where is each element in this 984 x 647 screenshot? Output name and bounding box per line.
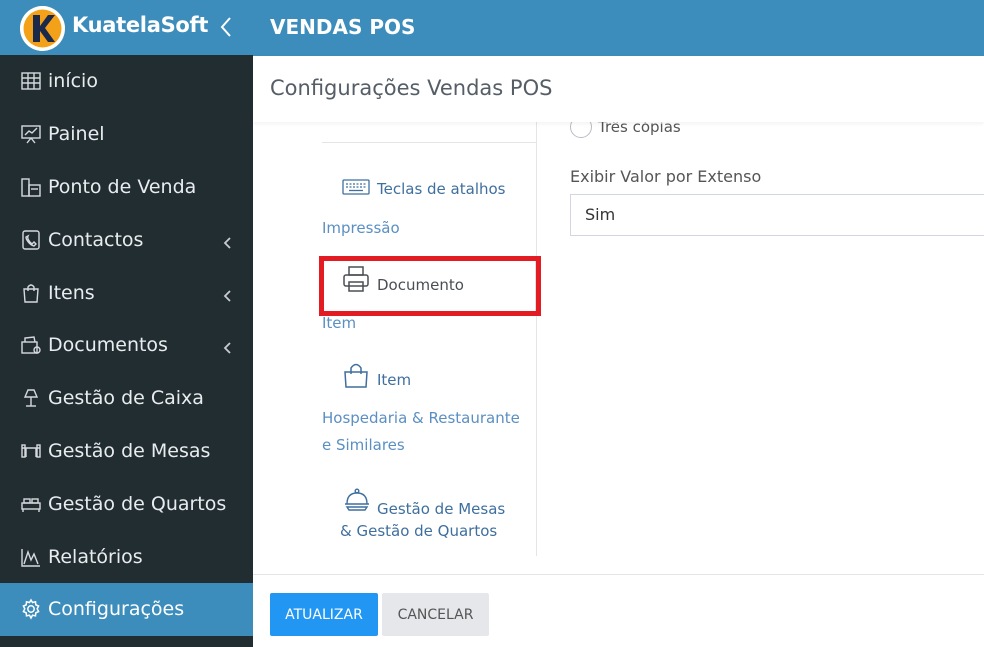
sidebar-item-label: Configurações <box>48 598 185 621</box>
cancel-button[interactable]: CANCELAR <box>382 593 489 636</box>
group-label-hospitality: Hospedaria & Restaurante <box>322 409 520 427</box>
sidebar-item-gestao-de-quartos[interactable]: Gestão de Quartos <box>0 477 253 530</box>
sidebar-menu: início Painel Ponto de Venda Contactos I… <box>0 55 253 636</box>
brand-bar: KuatelaSoft <box>0 0 253 55</box>
sidebar-item-gestao-de-caixa[interactable]: Gestão de Caixa <box>0 372 253 425</box>
sidebar-item-label: Ponto de Venda <box>48 175 197 198</box>
sidebar-item-label: Gestão de Caixa <box>48 387 204 410</box>
sidebar-item-relatorios[interactable]: Relatórios <box>0 530 253 583</box>
module-title: VENDAS POS <box>270 15 416 39</box>
sidebar-item-itens[interactable]: Itens <box>0 266 253 319</box>
sidebar-item-inicio[interactable]: início <box>0 55 253 108</box>
sidebar-item-documentos[interactable]: Documentos <box>0 319 253 372</box>
chevron-left-icon <box>222 338 234 355</box>
settings-nav: Teclas de atalhos Impressão Documento It… <box>253 122 537 556</box>
lamp-icon <box>20 387 42 409</box>
printer-icon <box>342 265 370 299</box>
update-button[interactable]: ATUALIZAR <box>270 593 378 636</box>
sidebar-item-label: Contactos <box>48 228 144 251</box>
sidebar-item-ponto-de-venda[interactable]: Ponto de Venda <box>0 161 253 214</box>
amount-in-words-label: Exibir Valor por Extenso <box>570 167 762 186</box>
tab-label: Item <box>377 371 412 389</box>
tab-label: Teclas de atalhos <box>377 180 506 198</box>
tab-label: Gestão de Mesas <box>377 500 506 518</box>
top-header: VENDAS POS <box>253 0 984 56</box>
group-label-impressao: Impressão <box>322 219 400 237</box>
sidebar-item-label: Documentos <box>48 334 168 357</box>
sidebar-toggle-chevron-left-icon[interactable] <box>217 15 235 39</box>
form-footer: ATUALIZAR CANCELAR <box>253 574 984 647</box>
group-label-item: Item <box>322 314 357 332</box>
tab-tables-rooms[interactable]: Gestão de Mesas & Gestão de Quartos <box>340 486 530 540</box>
content-header: Configurações Vendas POS <box>253 56 984 122</box>
shopping-bag-icon <box>20 282 42 304</box>
chevron-left-icon <box>222 233 234 249</box>
sidebar-item-label: início <box>48 70 98 93</box>
sidebar-item-configuracoes[interactable]: Configurações <box>0 582 253 636</box>
presentation-icon <box>20 123 42 145</box>
page-title: Configurações Vendas POS <box>270 76 553 100</box>
bed-icon <box>20 493 42 515</box>
sidebar-item-label: Painel <box>48 123 105 146</box>
sidebar-item-contactos[interactable]: Contactos <box>0 213 253 266</box>
contacts-icon <box>20 229 42 251</box>
sidebar-item-painel[interactable]: Painel <box>0 108 253 161</box>
amount-in-words-select[interactable]: Sim <box>570 194 984 236</box>
settings-form: Três cópias Exibir Valor por Extenso Sim <box>538 116 984 556</box>
tab-label: Documento <box>377 276 464 294</box>
group-label-hospitality-cont: e Similares <box>322 436 405 454</box>
sidebar-item-label: Gestão de Mesas <box>48 439 211 462</box>
divider <box>322 142 537 143</box>
pos-icon <box>20 176 42 198</box>
chevron-left-icon <box>222 286 234 302</box>
chart-icon <box>20 546 42 568</box>
gear-icon <box>20 598 42 620</box>
sidebar: KuatelaSoft início Painel Ponto de Venda <box>0 0 253 647</box>
brand-logo[interactable] <box>20 6 65 51</box>
sidebar-item-label: Gestão de Quartos <box>48 492 227 515</box>
cloche-icon <box>343 486 371 518</box>
tab-label-cont: & Gestão de Quartos <box>340 522 498 540</box>
sidebar-item-gestao-de-mesas[interactable]: Gestão de Mesas <box>0 425 253 478</box>
shopping-bag-icon <box>342 360 370 394</box>
sidebar-item-label: Relatórios <box>48 545 143 568</box>
dashboard-icon <box>20 70 42 92</box>
brand-name[interactable]: KuatelaSoft <box>72 13 208 37</box>
keyboard-icon <box>342 176 370 202</box>
documents-icon <box>20 334 42 356</box>
table-icon <box>20 440 42 462</box>
sidebar-item-label: Itens <box>48 281 95 304</box>
